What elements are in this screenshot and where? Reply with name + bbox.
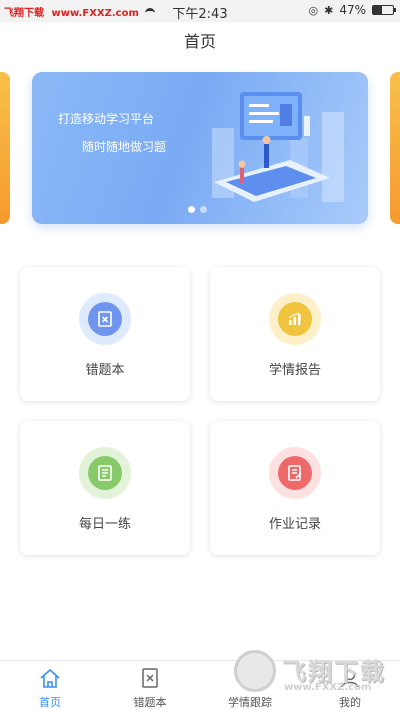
banner-subheadline: 随时随地做习题 — [82, 140, 167, 154]
carousel-indicator — [188, 206, 207, 213]
daily-practice-icon — [79, 447, 131, 499]
battery-icon — [372, 5, 396, 15]
card-study-report[interactable]: 学情报告 — [210, 267, 380, 401]
card-daily-practice[interactable]: 每日一练 — [20, 421, 190, 555]
banner-headline: 打造移动学习平台 — [58, 112, 155, 126]
tab-home[interactable]: 首页 — [0, 661, 100, 710]
lock-rotation-icon: ◎ — [308, 3, 319, 17]
banner-prev-slide[interactable] — [0, 72, 10, 224]
banner-next-slide[interactable] — [390, 72, 400, 224]
watermark-logo-icon — [234, 650, 276, 692]
card-label: 错题本 — [85, 363, 125, 378]
bluetooth-icon: ✱ — [324, 3, 334, 17]
card-error-book[interactable]: 错题本 — [20, 267, 190, 401]
tab-label: 首页 — [39, 696, 61, 709]
error-book-icon — [79, 293, 131, 345]
report-chart-icon — [269, 293, 321, 345]
page-title: 首页 — [183, 32, 216, 51]
homework-record-icon — [269, 447, 321, 499]
card-label: 作业记录 — [268, 517, 321, 532]
carousel-dot[interactable] — [200, 206, 207, 213]
card-homework-record[interactable]: 作业记录 — [210, 421, 380, 555]
watermark: 飞翔下载 www.FXXZ.com — [230, 648, 400, 700]
battery-percent: 47% — [339, 3, 366, 17]
error-book-icon — [142, 668, 158, 688]
carousel-dot[interactable] — [188, 206, 195, 213]
home-icon — [40, 668, 60, 688]
tab-label: 错题本 — [133, 696, 167, 709]
card-label: 学情报告 — [268, 363, 321, 378]
status-bar: 飞翔下载 www.FXXZ.com 下午2:43 ◎ ✱ 47% — [0, 0, 400, 22]
tab-error-book[interactable]: 错题本 — [100, 661, 200, 710]
card-label: 每日一练 — [78, 517, 131, 532]
status-bar-right: ◎ ✱ 47% — [308, 3, 396, 17]
banner-carousel[interactable]: 打造移动学习平台 随时随地做习题 — [32, 72, 368, 224]
banner-illustration — [212, 92, 344, 202]
watermark-url: www.FXXZ.com — [284, 682, 372, 693]
